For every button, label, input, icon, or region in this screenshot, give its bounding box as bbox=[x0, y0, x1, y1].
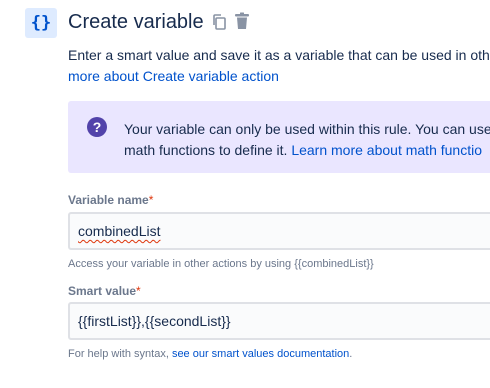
description-text: Enter a smart value and save it as a var… bbox=[68, 47, 490, 63]
trash-icon[interactable] bbox=[234, 12, 250, 35]
info-message: Your variable can only be used within th… bbox=[124, 119, 490, 161]
variable-name-label: Variable name* bbox=[68, 193, 154, 207]
svg-text:?: ? bbox=[93, 119, 102, 135]
description: Enter a smart value and save it as a var… bbox=[68, 45, 490, 87]
variable-name-value: combinedList bbox=[78, 223, 161, 239]
info-line-1: Your variable can only be used within th… bbox=[124, 121, 490, 137]
required-marker: * bbox=[136, 284, 141, 298]
math-functions-link[interactable]: Learn more about math functio bbox=[291, 142, 482, 158]
smart-value-helper: For help with syntax, see our smart valu… bbox=[68, 348, 353, 360]
info-line-2: math functions to define it. bbox=[124, 142, 292, 158]
smart-value-label: Smart value* bbox=[68, 284, 141, 298]
smart-values-docs-link[interactable]: see our smart values documentation bbox=[172, 348, 349, 360]
question-icon: ? bbox=[87, 117, 107, 142]
page-title: Create variable bbox=[68, 11, 204, 33]
copy-icon[interactable] bbox=[211, 13, 227, 36]
info-panel: ? Your variable can only be used within … bbox=[68, 101, 490, 173]
braces-icon: {} bbox=[25, 8, 57, 38]
variable-name-input[interactable]: combinedList bbox=[68, 212, 490, 250]
variable-name-helper: Access your variable in other actions by… bbox=[68, 258, 374, 270]
smart-value-value: {{firstList}},{{secondList}} bbox=[78, 313, 231, 329]
create-variable-docs-link[interactable]: more about Create variable action bbox=[68, 66, 490, 87]
required-marker: * bbox=[148, 193, 154, 207]
smart-value-input[interactable]: {{firstList}},{{secondList}} bbox=[68, 302, 490, 340]
